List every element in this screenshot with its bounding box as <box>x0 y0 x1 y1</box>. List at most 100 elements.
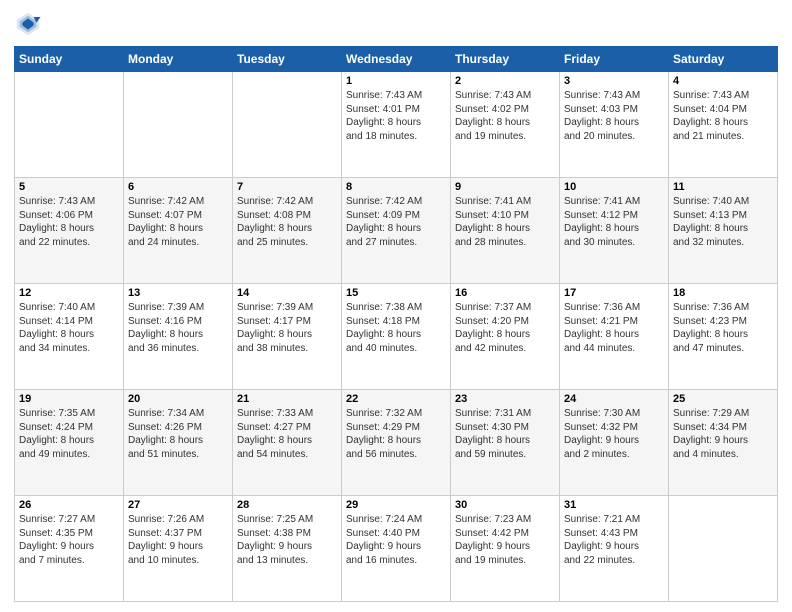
day-number: 13 <box>128 287 228 299</box>
calendar-cell: 17 Sunrise: 7:36 AM Sunset: 4:21 PM Dayli… <box>560 284 669 390</box>
day-info: Sunrise: 7:41 AM Sunset: 4:10 PM Dayligh… <box>455 195 555 249</box>
day-number: 3 <box>564 75 664 87</box>
day-number: 25 <box>673 393 773 405</box>
day-info: Sunrise: 7:27 AM Sunset: 4:35 PM Dayligh… <box>19 513 119 567</box>
calendar-cell <box>15 72 124 178</box>
calendar-cell: 25 Sunrise: 7:29 AM Sunset: 4:34 PM Dayli… <box>669 390 778 496</box>
day-number: 30 <box>455 499 555 511</box>
calendar-cell: 11 Sunrise: 7:40 AM Sunset: 4:13 PM Dayli… <box>669 178 778 284</box>
day-number: 22 <box>346 393 446 405</box>
calendar-cell: 5 Sunrise: 7:43 AM Sunset: 4:06 PM Daylig… <box>15 178 124 284</box>
calendar-cell: 2 Sunrise: 7:43 AM Sunset: 4:02 PM Daylig… <box>451 72 560 178</box>
logo-icon <box>14 10 42 38</box>
calendar-cell: 8Sunrise: 7:42 AM Sunset: 4:09 PM Daylig… <box>342 178 451 284</box>
day-info: Sunrise: 7:23 AM Sunset: 4:42 PM Dayligh… <box>455 513 555 567</box>
day-number: 19 <box>19 393 119 405</box>
day-info: Sunrise: 7:39 AM Sunset: 4:16 PM Dayligh… <box>128 301 228 355</box>
day-info: Sunrise: 7:42 AM Sunset: 4:08 PM Dayligh… <box>237 195 337 249</box>
calendar-cell: 9 Sunrise: 7:41 AM Sunset: 4:10 PM Daylig… <box>451 178 560 284</box>
calendar-cell: 30 Sunrise: 7:23 AM Sunset: 4:42 PM Dayli… <box>451 496 560 602</box>
day-number: 16 <box>455 287 555 299</box>
day-info: Sunrise: 7:43 AM Sunset: 4:02 PM Dayligh… <box>455 89 555 143</box>
logo <box>14 10 46 38</box>
weekday-header-sunday: Sunday <box>15 47 124 72</box>
day-info: Sunrise: 7:40 AM Sunset: 4:14 PM Dayligh… <box>19 301 119 355</box>
calendar-cell: 31 Sunrise: 7:21 AM Sunset: 4:43 PM Dayli… <box>560 496 669 602</box>
weekday-header-tuesday: Tuesday <box>233 47 342 72</box>
day-number: 2 <box>455 75 555 87</box>
day-info: Sunrise: 7:30 AM Sunset: 4:32 PM Dayligh… <box>564 407 664 461</box>
weekday-header-row: SundayMondayTuesdayWednesdayThursdayFrid… <box>15 47 778 72</box>
calendar-cell: 4 Sunrise: 7:43 AM Sunset: 4:04 PM Daylig… <box>669 72 778 178</box>
day-number: 28 <box>237 499 337 511</box>
day-number: 5 <box>19 181 119 193</box>
week-row-2: 5 Sunrise: 7:43 AM Sunset: 4:06 PM Daylig… <box>15 178 778 284</box>
day-info: Sunrise: 7:43 AM Sunset: 4:03 PM Dayligh… <box>564 89 664 143</box>
day-number: 29 <box>346 499 446 511</box>
weekday-header-monday: Monday <box>124 47 233 72</box>
day-info: Sunrise: 7:31 AM Sunset: 4:30 PM Dayligh… <box>455 407 555 461</box>
calendar-cell: 13 Sunrise: 7:39 AM Sunset: 4:16 PM Dayli… <box>124 284 233 390</box>
day-number: 14 <box>237 287 337 299</box>
calendar-table: SundayMondayTuesdayWednesdayThursdayFrid… <box>14 46 778 602</box>
day-info: Sunrise: 7:40 AM Sunset: 4:13 PM Dayligh… <box>673 195 773 249</box>
day-info: Sunrise: 7:38 AM Sunset: 4:18 PM Dayligh… <box>346 301 446 355</box>
day-info: Sunrise: 7:21 AM Sunset: 4:43 PM Dayligh… <box>564 513 664 567</box>
day-info: Sunrise: 7:36 AM Sunset: 4:21 PM Dayligh… <box>564 301 664 355</box>
day-number: 24 <box>564 393 664 405</box>
day-info: Sunrise: 7:43 AM Sunset: 4:06 PM Dayligh… <box>19 195 119 249</box>
day-info: Sunrise: 7:42 AM Sunset: 4:07 PM Dayligh… <box>128 195 228 249</box>
day-number: 10 <box>564 181 664 193</box>
day-number: 11 <box>673 181 773 193</box>
day-info: Sunrise: 7:29 AM Sunset: 4:34 PM Dayligh… <box>673 407 773 461</box>
day-number: 1 <box>346 75 446 87</box>
calendar-cell: 18 Sunrise: 7:36 AM Sunset: 4:23 PM Dayli… <box>669 284 778 390</box>
day-info: Sunrise: 7:37 AM Sunset: 4:20 PM Dayligh… <box>455 301 555 355</box>
calendar-cell: 7 Sunrise: 7:42 AM Sunset: 4:08 PM Daylig… <box>233 178 342 284</box>
day-number: 18 <box>673 287 773 299</box>
calendar-cell: 24 Sunrise: 7:30 AM Sunset: 4:32 PM Dayli… <box>560 390 669 496</box>
calendar-cell: 26 Sunrise: 7:27 AM Sunset: 4:35 PM Dayli… <box>15 496 124 602</box>
day-info: Sunrise: 7:35 AM Sunset: 4:24 PM Dayligh… <box>19 407 119 461</box>
day-number: 6 <box>128 181 228 193</box>
day-info: Sunrise: 7:43 AM Sunset: 4:01 PM Dayligh… <box>346 89 446 143</box>
calendar-cell <box>233 72 342 178</box>
week-row-1: 1 Sunrise: 7:43 AM Sunset: 4:01 PM Daylig… <box>15 72 778 178</box>
day-info: Sunrise: 7:41 AM Sunset: 4:12 PM Dayligh… <box>564 195 664 249</box>
day-number: 4 <box>673 75 773 87</box>
day-info: Sunrise: 7:43 AM Sunset: 4:04 PM Dayligh… <box>673 89 773 143</box>
day-number: 9 <box>455 181 555 193</box>
day-info: Sunrise: 7:36 AM Sunset: 4:23 PM Dayligh… <box>673 301 773 355</box>
header <box>14 10 778 38</box>
week-row-5: 26 Sunrise: 7:27 AM Sunset: 4:35 PM Dayli… <box>15 496 778 602</box>
week-row-3: 12 Sunrise: 7:40 AM Sunset: 4:14 PM Dayli… <box>15 284 778 390</box>
calendar-cell: 21 Sunrise: 7:33 AM Sunset: 4:27 PM Dayli… <box>233 390 342 496</box>
calendar-cell: 14Sunrise: 7:39 AM Sunset: 4:17 PM Dayli… <box>233 284 342 390</box>
calendar-cell: 23 Sunrise: 7:31 AM Sunset: 4:30 PM Dayli… <box>451 390 560 496</box>
day-number: 23 <box>455 393 555 405</box>
calendar-cell: 1 Sunrise: 7:43 AM Sunset: 4:01 PM Daylig… <box>342 72 451 178</box>
day-info: Sunrise: 7:34 AM Sunset: 4:26 PM Dayligh… <box>128 407 228 461</box>
day-number: 17 <box>564 287 664 299</box>
day-number: 20 <box>128 393 228 405</box>
weekday-header-thursday: Thursday <box>451 47 560 72</box>
calendar-cell: 15 Sunrise: 7:38 AM Sunset: 4:18 PM Dayli… <box>342 284 451 390</box>
calendar-cell: 22Sunrise: 7:32 AM Sunset: 4:29 PM Dayli… <box>342 390 451 496</box>
day-number: 12 <box>19 287 119 299</box>
calendar-cell: 10 Sunrise: 7:41 AM Sunset: 4:12 PM Dayli… <box>560 178 669 284</box>
day-info: Sunrise: 7:33 AM Sunset: 4:27 PM Dayligh… <box>237 407 337 461</box>
day-info: Sunrise: 7:26 AM Sunset: 4:37 PM Dayligh… <box>128 513 228 567</box>
day-number: 31 <box>564 499 664 511</box>
calendar-cell: 6 Sunrise: 7:42 AM Sunset: 4:07 PM Daylig… <box>124 178 233 284</box>
day-number: 27 <box>128 499 228 511</box>
calendar-cell: 29 Sunrise: 7:24 AM Sunset: 4:40 PM Dayli… <box>342 496 451 602</box>
day-info: Sunrise: 7:42 AM Sunset: 4:09 PM Dayligh… <box>346 195 446 249</box>
day-number: 7 <box>237 181 337 193</box>
calendar-cell: 28Sunrise: 7:25 AM Sunset: 4:38 PM Dayli… <box>233 496 342 602</box>
calendar-cell <box>669 496 778 602</box>
weekday-header-saturday: Saturday <box>669 47 778 72</box>
day-info: Sunrise: 7:24 AM Sunset: 4:40 PM Dayligh… <box>346 513 446 567</box>
day-number: 26 <box>19 499 119 511</box>
day-number: 21 <box>237 393 337 405</box>
day-number: 15 <box>346 287 446 299</box>
